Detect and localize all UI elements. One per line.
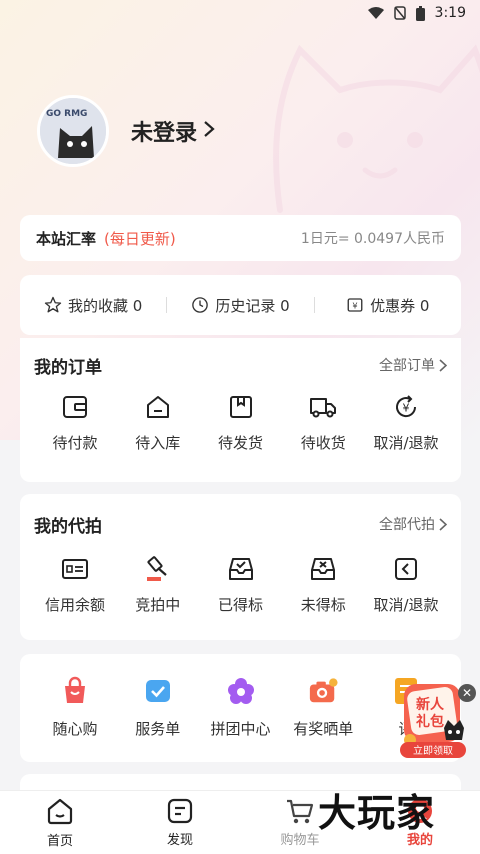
return-icon: [391, 554, 421, 584]
bid-refund[interactable]: 取消/退款: [365, 554, 447, 615]
order-refund[interactable]: ¥ 取消/退款: [365, 392, 447, 453]
close-icon[interactable]: ✕: [458, 684, 476, 702]
checkbox-icon: [143, 676, 173, 706]
history-label: 历史记录 0: [215, 296, 290, 315]
profile-header[interactable]: GO RMG 未登录: [37, 95, 215, 167]
exchange-rate-value: 1日元= 0.0497人民币: [300, 231, 445, 247]
bid-won[interactable]: 已得标: [200, 554, 282, 615]
orders-title: 我的订单: [34, 357, 102, 378]
bids-title: 我的代拍: [34, 516, 102, 537]
bid-in-progress[interactable]: 竞拍中: [117, 554, 199, 615]
star-icon: [44, 296, 62, 313]
status-time: 3:19: [434, 5, 466, 21]
bids-section: 我的代拍 全部代拍 信用余额 竞拍中 已得标 未得标 取消/退款: [20, 494, 461, 640]
svg-text:¥: ¥: [353, 300, 358, 310]
tool-share-reward[interactable]: 有奖晒单: [282, 676, 364, 739]
cat-watermark-icon: [273, 44, 480, 213]
tool-free-shopping[interactable]: 随心购: [34, 676, 116, 739]
wifi-icon: [367, 6, 384, 20]
username-label: 未登录: [131, 121, 198, 146]
tool-service-order[interactable]: 服务单: [117, 676, 199, 739]
newcomer-gift-button[interactable]: 新人 礼包 立即领取: [398, 676, 468, 762]
tab-label: 首页: [46, 834, 73, 849]
order-item-label: 取消/退款: [373, 434, 439, 452]
svg-text:GO RMG: GO RMG: [46, 109, 87, 119]
svg-text:¥: ¥: [403, 402, 410, 415]
refund-icon: ¥: [391, 392, 421, 422]
shopping-bag-icon: [60, 676, 90, 706]
warehouse-icon: [143, 392, 173, 422]
tab-label: 发现: [166, 833, 193, 848]
order-item-label: 待付款: [52, 434, 98, 452]
favorites-bar: 我的收藏 0 历史记录 0 ¥ 优惠券 0: [20, 275, 461, 335]
svg-text:立即领取: 立即领取: [413, 744, 453, 757]
flower-icon: [226, 676, 256, 706]
gavel-icon: [143, 554, 173, 584]
truck-icon: [308, 392, 338, 422]
avatar[interactable]: GO RMG: [37, 95, 109, 167]
no-sim-icon: [393, 6, 406, 20]
exchange-rate-card: 本站汇率 (每日更新) 1日元= 0.0497人民币: [20, 215, 461, 261]
bid-item-label: 竞拍中: [135, 596, 181, 614]
bid-item-label: 未得标: [300, 596, 346, 614]
favorites-label: 我的收藏 0: [68, 296, 143, 315]
tool-label: 拼团中心: [210, 720, 271, 738]
bid-credit-balance[interactable]: 信用余额: [34, 554, 116, 615]
all-bids-label: 全部代拍: [379, 517, 435, 533]
exchange-rate-label: 本站汇率: [36, 229, 97, 248]
daily-update-tag: (每日更新): [104, 229, 176, 248]
bid-item-label: 信用余额: [44, 596, 105, 614]
tools-section: 随心购 服务单 拼团中心 有奖晒单 评: [20, 654, 461, 762]
coupon-icon: ¥: [347, 298, 363, 312]
favorites-link[interactable]: 我的收藏 0: [20, 295, 166, 316]
chevron-right-icon: [439, 358, 447, 372]
orders-section: 我的订单 全部订单 待付款 待入库 待发货 待收货 ¥ 取消/退款: [20, 338, 461, 482]
svg-text:礼包: 礼包: [416, 713, 444, 730]
home-icon: [47, 798, 73, 825]
tab-discover[interactable]: 发现: [120, 791, 240, 854]
tool-label: 随心购: [52, 720, 98, 738]
box-icon: [226, 392, 256, 422]
tab-label: 购物车: [280, 833, 320, 848]
order-pending-receipt[interactable]: 待收货: [282, 392, 364, 453]
battery-icon: [415, 5, 425, 21]
bid-item-label: 取消/退款: [373, 596, 439, 614]
discover-icon: [167, 798, 193, 824]
bid-item-label: 已得标: [217, 596, 263, 614]
svg-text:新人: 新人: [416, 696, 445, 713]
order-pending-shipment[interactable]: 待发货: [200, 392, 282, 453]
clock-icon: [192, 297, 209, 313]
all-orders-label: 全部订单: [379, 358, 435, 374]
avatar-cat-icon: GO RMG: [40, 98, 106, 164]
gift-badge-icon: 新人 礼包 立即领取: [400, 684, 466, 758]
coupons-label: 优惠券 0: [370, 296, 430, 315]
order-item-label: 待入库: [135, 434, 181, 452]
bid-lost[interactable]: 未得标: [282, 554, 364, 615]
chevron-right-icon: [439, 517, 447, 531]
order-item-label: 待发货: [217, 434, 263, 452]
wallet-icon: [60, 392, 90, 422]
login-prompt[interactable]: 未登录: [131, 115, 215, 147]
tab-home[interactable]: 首页: [0, 791, 120, 854]
chevron-right-icon: [203, 119, 215, 144]
inbox-x-icon: [308, 554, 338, 584]
camera-icon: [308, 676, 338, 706]
tool-label: 有奖晒单: [293, 720, 354, 738]
status-bar: 3:19: [0, 0, 480, 26]
order-item-label: 待收货: [300, 434, 346, 452]
order-pending-warehouse[interactable]: 待入库: [117, 392, 199, 453]
tool-label: 服务单: [135, 720, 181, 738]
inbox-check-icon: [226, 554, 256, 584]
credit-card-icon: [60, 554, 90, 584]
all-orders-link[interactable]: 全部订单: [379, 355, 447, 375]
all-bids-link[interactable]: 全部代拍: [379, 514, 447, 534]
coupons-link[interactable]: ¥ 优惠券 0: [315, 295, 461, 316]
history-link[interactable]: 历史记录 0: [167, 295, 313, 316]
brand-watermark: 大玩家: [318, 791, 436, 835]
cart-icon: [287, 799, 314, 824]
order-pending-payment[interactable]: 待付款: [34, 392, 116, 453]
tool-group-buy[interactable]: 拼团中心: [200, 676, 282, 739]
